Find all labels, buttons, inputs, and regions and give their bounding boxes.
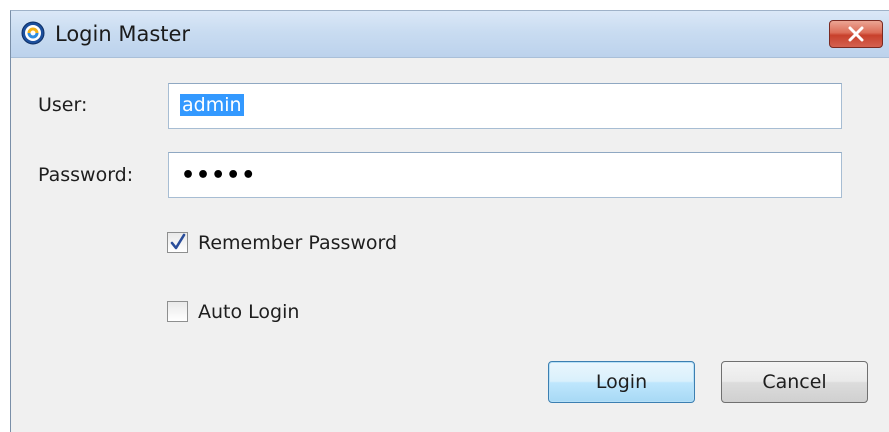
user-label: User: (38, 94, 88, 116)
user-input[interactable]: admin (168, 83, 842, 129)
auto-login-label[interactable]: Auto Login (198, 300, 299, 324)
password-input[interactable]: ••••• (168, 152, 842, 198)
remember-password-label[interactable]: Remember Password (198, 231, 397, 255)
auto-login-checkbox[interactable] (167, 301, 188, 322)
cancel-button[interactable]: Cancel (721, 361, 868, 403)
user-input-value: admin (180, 94, 244, 116)
close-button[interactable] (829, 20, 883, 48)
close-icon (848, 26, 864, 42)
app-logo-icon (21, 21, 45, 45)
login-dialog: Login Master User: admin Password: •••••… (10, 10, 889, 432)
title-bar[interactable]: Login Master (11, 11, 889, 58)
checkmark-icon (170, 233, 186, 250)
window-title: Login Master (55, 22, 191, 46)
remember-password-checkbox[interactable] (167, 232, 188, 253)
login-button[interactable]: Login (548, 361, 695, 403)
password-mask: ••••• (181, 163, 257, 188)
password-label: Password: (38, 164, 134, 186)
